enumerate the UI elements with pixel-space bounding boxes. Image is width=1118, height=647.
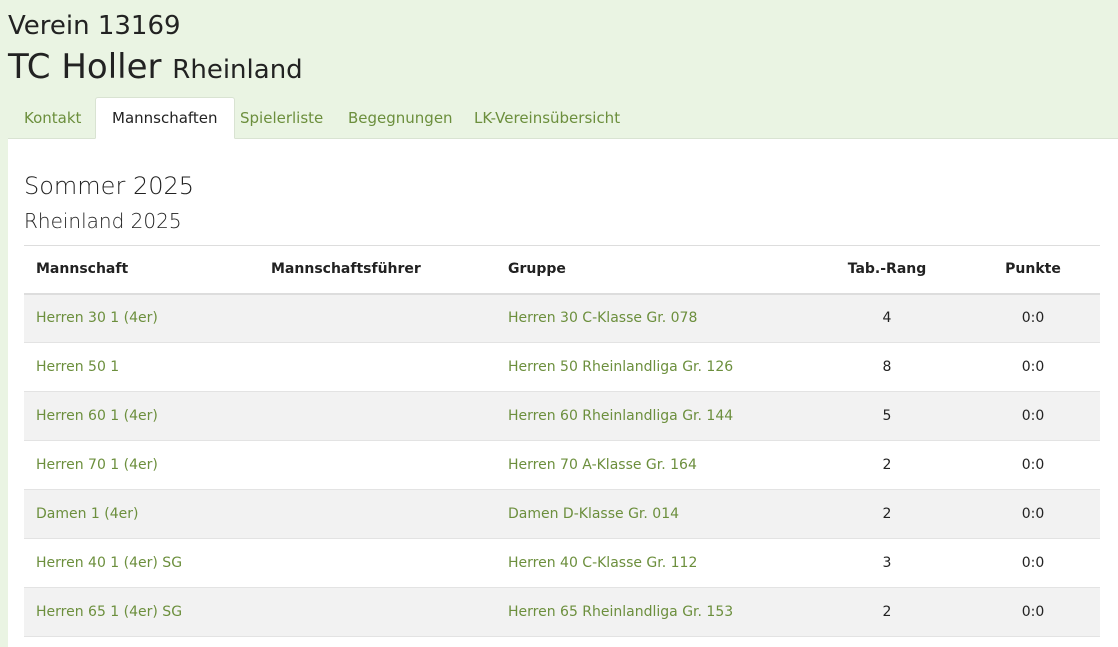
team-link[interactable]: Herren 70 1 (4er) [36, 457, 158, 473]
table-row: Herren 65 1 (4er) SG Herren 65 Rheinland… [24, 587, 1100, 637]
team-link[interactable]: Herren 30 1 (4er) [36, 310, 158, 326]
tab-begegnungen[interactable]: Begegnungen [332, 97, 469, 139]
points-cell: 0:0 [966, 538, 1100, 588]
group-link[interactable]: Herren 60 Rheinlandliga Gr. 144 [508, 408, 733, 424]
club-number: Verein 13169 [8, 11, 181, 41]
tab-lk-vereinsuebersicht[interactable]: LK-Vereinsübersicht [458, 97, 636, 139]
tab-mannschaften[interactable]: Mannschaften [95, 97, 235, 139]
captain-cell [259, 489, 496, 539]
points-cell: 0:0 [966, 489, 1100, 539]
points-cell: 0:0 [966, 391, 1100, 441]
table-row: Herren 30 1 (4er) Herren 30 C-Klasse Gr.… [24, 293, 1100, 343]
column-header-rank: Tab.-Rang [808, 245, 966, 295]
team-link[interactable]: Herren 60 1 (4er) [36, 408, 158, 424]
group-link[interactable]: Herren 70 A-Klasse Gr. 164 [508, 457, 697, 473]
league-title: Rheinland 2025 [24, 209, 182, 233]
club-region: Rheinland [172, 55, 303, 85]
content-panel: Sommer 2025 Rheinland 2025 Mannschaft Ma… [8, 139, 1118, 647]
table-row: Herren 70 1 (4er) Herren 70 A-Klasse Gr.… [24, 440, 1100, 490]
rank-cell: 2 [808, 587, 966, 637]
table-row: Herren 60 1 (4er) Herren 60 Rheinlandlig… [24, 391, 1100, 441]
points-cell: 0:0 [966, 440, 1100, 490]
rank-cell: 2 [808, 489, 966, 539]
club-name: TC Holler [8, 47, 162, 87]
rank-cell: 3 [808, 538, 966, 588]
group-link[interactable]: Herren 50 Rheinlandliga Gr. 126 [508, 359, 733, 375]
points-cell: 0:0 [966, 342, 1100, 392]
column-header-team: Mannschaft [24, 245, 259, 295]
team-link[interactable]: Herren 40 1 (4er) SG [36, 555, 182, 571]
rank-cell: 4 [808, 293, 966, 343]
rank-cell: 5 [808, 391, 966, 441]
points-cell: 0:0 [966, 293, 1100, 343]
tab-kontakt[interactable]: Kontakt [8, 97, 97, 139]
rank-cell: 2 [808, 440, 966, 490]
group-link[interactable]: Herren 30 C-Klasse Gr. 078 [508, 310, 697, 326]
column-header-captain: Mannschaftsführer [259, 245, 496, 295]
points-cell: 0:0 [966, 587, 1100, 637]
captain-cell [259, 587, 496, 637]
table-row: Herren 50 1 Herren 50 Rheinlandliga Gr. … [24, 342, 1100, 392]
team-link[interactable]: Herren 50 1 [36, 359, 119, 375]
tab-spielerliste[interactable]: Spielerliste [224, 97, 339, 139]
teams-table: Mannschaft Mannschaftsführer Gruppe Tab.… [24, 245, 1100, 637]
column-header-points: Punkte [966, 245, 1100, 295]
table-header-row: Mannschaft Mannschaftsführer Gruppe Tab.… [24, 245, 1100, 295]
captain-cell [259, 440, 496, 490]
season-title: Sommer 2025 [24, 172, 195, 200]
team-link[interactable]: Herren 65 1 (4er) SG [36, 604, 182, 620]
table-row: Herren 40 1 (4er) SG Herren 40 C-Klasse … [24, 538, 1100, 588]
captain-cell [259, 391, 496, 441]
group-link[interactable]: Herren 65 Rheinlandliga Gr. 153 [508, 604, 733, 620]
column-header-group: Gruppe [496, 245, 808, 295]
group-link[interactable]: Damen D-Klasse Gr. 014 [508, 506, 679, 522]
group-link[interactable]: Herren 40 C-Klasse Gr. 112 [508, 555, 697, 571]
rank-cell: 8 [808, 342, 966, 392]
tab-bar: Kontakt Mannschaften Spielerliste Begegn… [8, 97, 1118, 139]
captain-cell [259, 342, 496, 392]
captain-cell [259, 293, 496, 343]
captain-cell [259, 538, 496, 588]
club-title: TC Holler Rheinland [8, 46, 303, 91]
team-link[interactable]: Damen 1 (4er) [36, 506, 139, 522]
table-row: Damen 1 (4er) Damen D-Klasse Gr. 014 2 0… [24, 489, 1100, 539]
